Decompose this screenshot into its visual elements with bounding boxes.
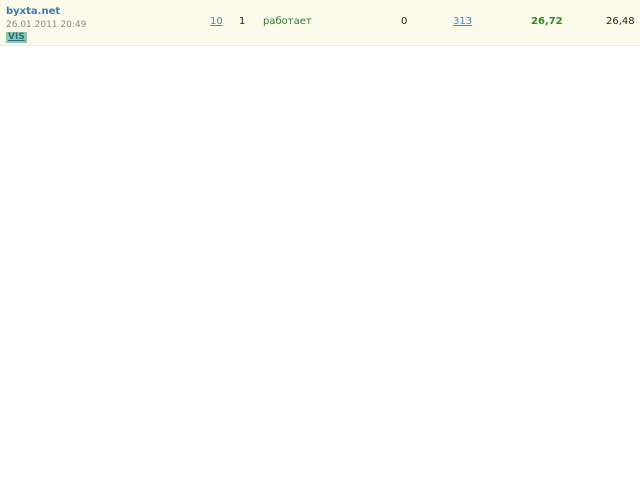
vis-badge[interactable]: VIS — [6, 32, 27, 43]
zero-value: 0 — [401, 16, 408, 27]
price-value: 26,72 — [531, 16, 563, 27]
table-row: byxta.net 26.01.2011 20:49 VIS 10 1 рабо… — [0, 0, 640, 46]
pages-count-link[interactable]: 313 — [453, 15, 472, 29]
site-name-link[interactable]: byxta.net — [6, 5, 86, 18]
price-alt-value: 26,48 — [606, 16, 635, 27]
links-count-link[interactable]: 10 — [210, 15, 223, 29]
site-cell: byxta.net 26.01.2011 20:49 VIS — [6, 5, 86, 43]
added-date: 26.01.2011 20:49 — [6, 20, 87, 30]
level-value: 1 — [239, 16, 246, 27]
status-text: работает — [263, 16, 312, 27]
